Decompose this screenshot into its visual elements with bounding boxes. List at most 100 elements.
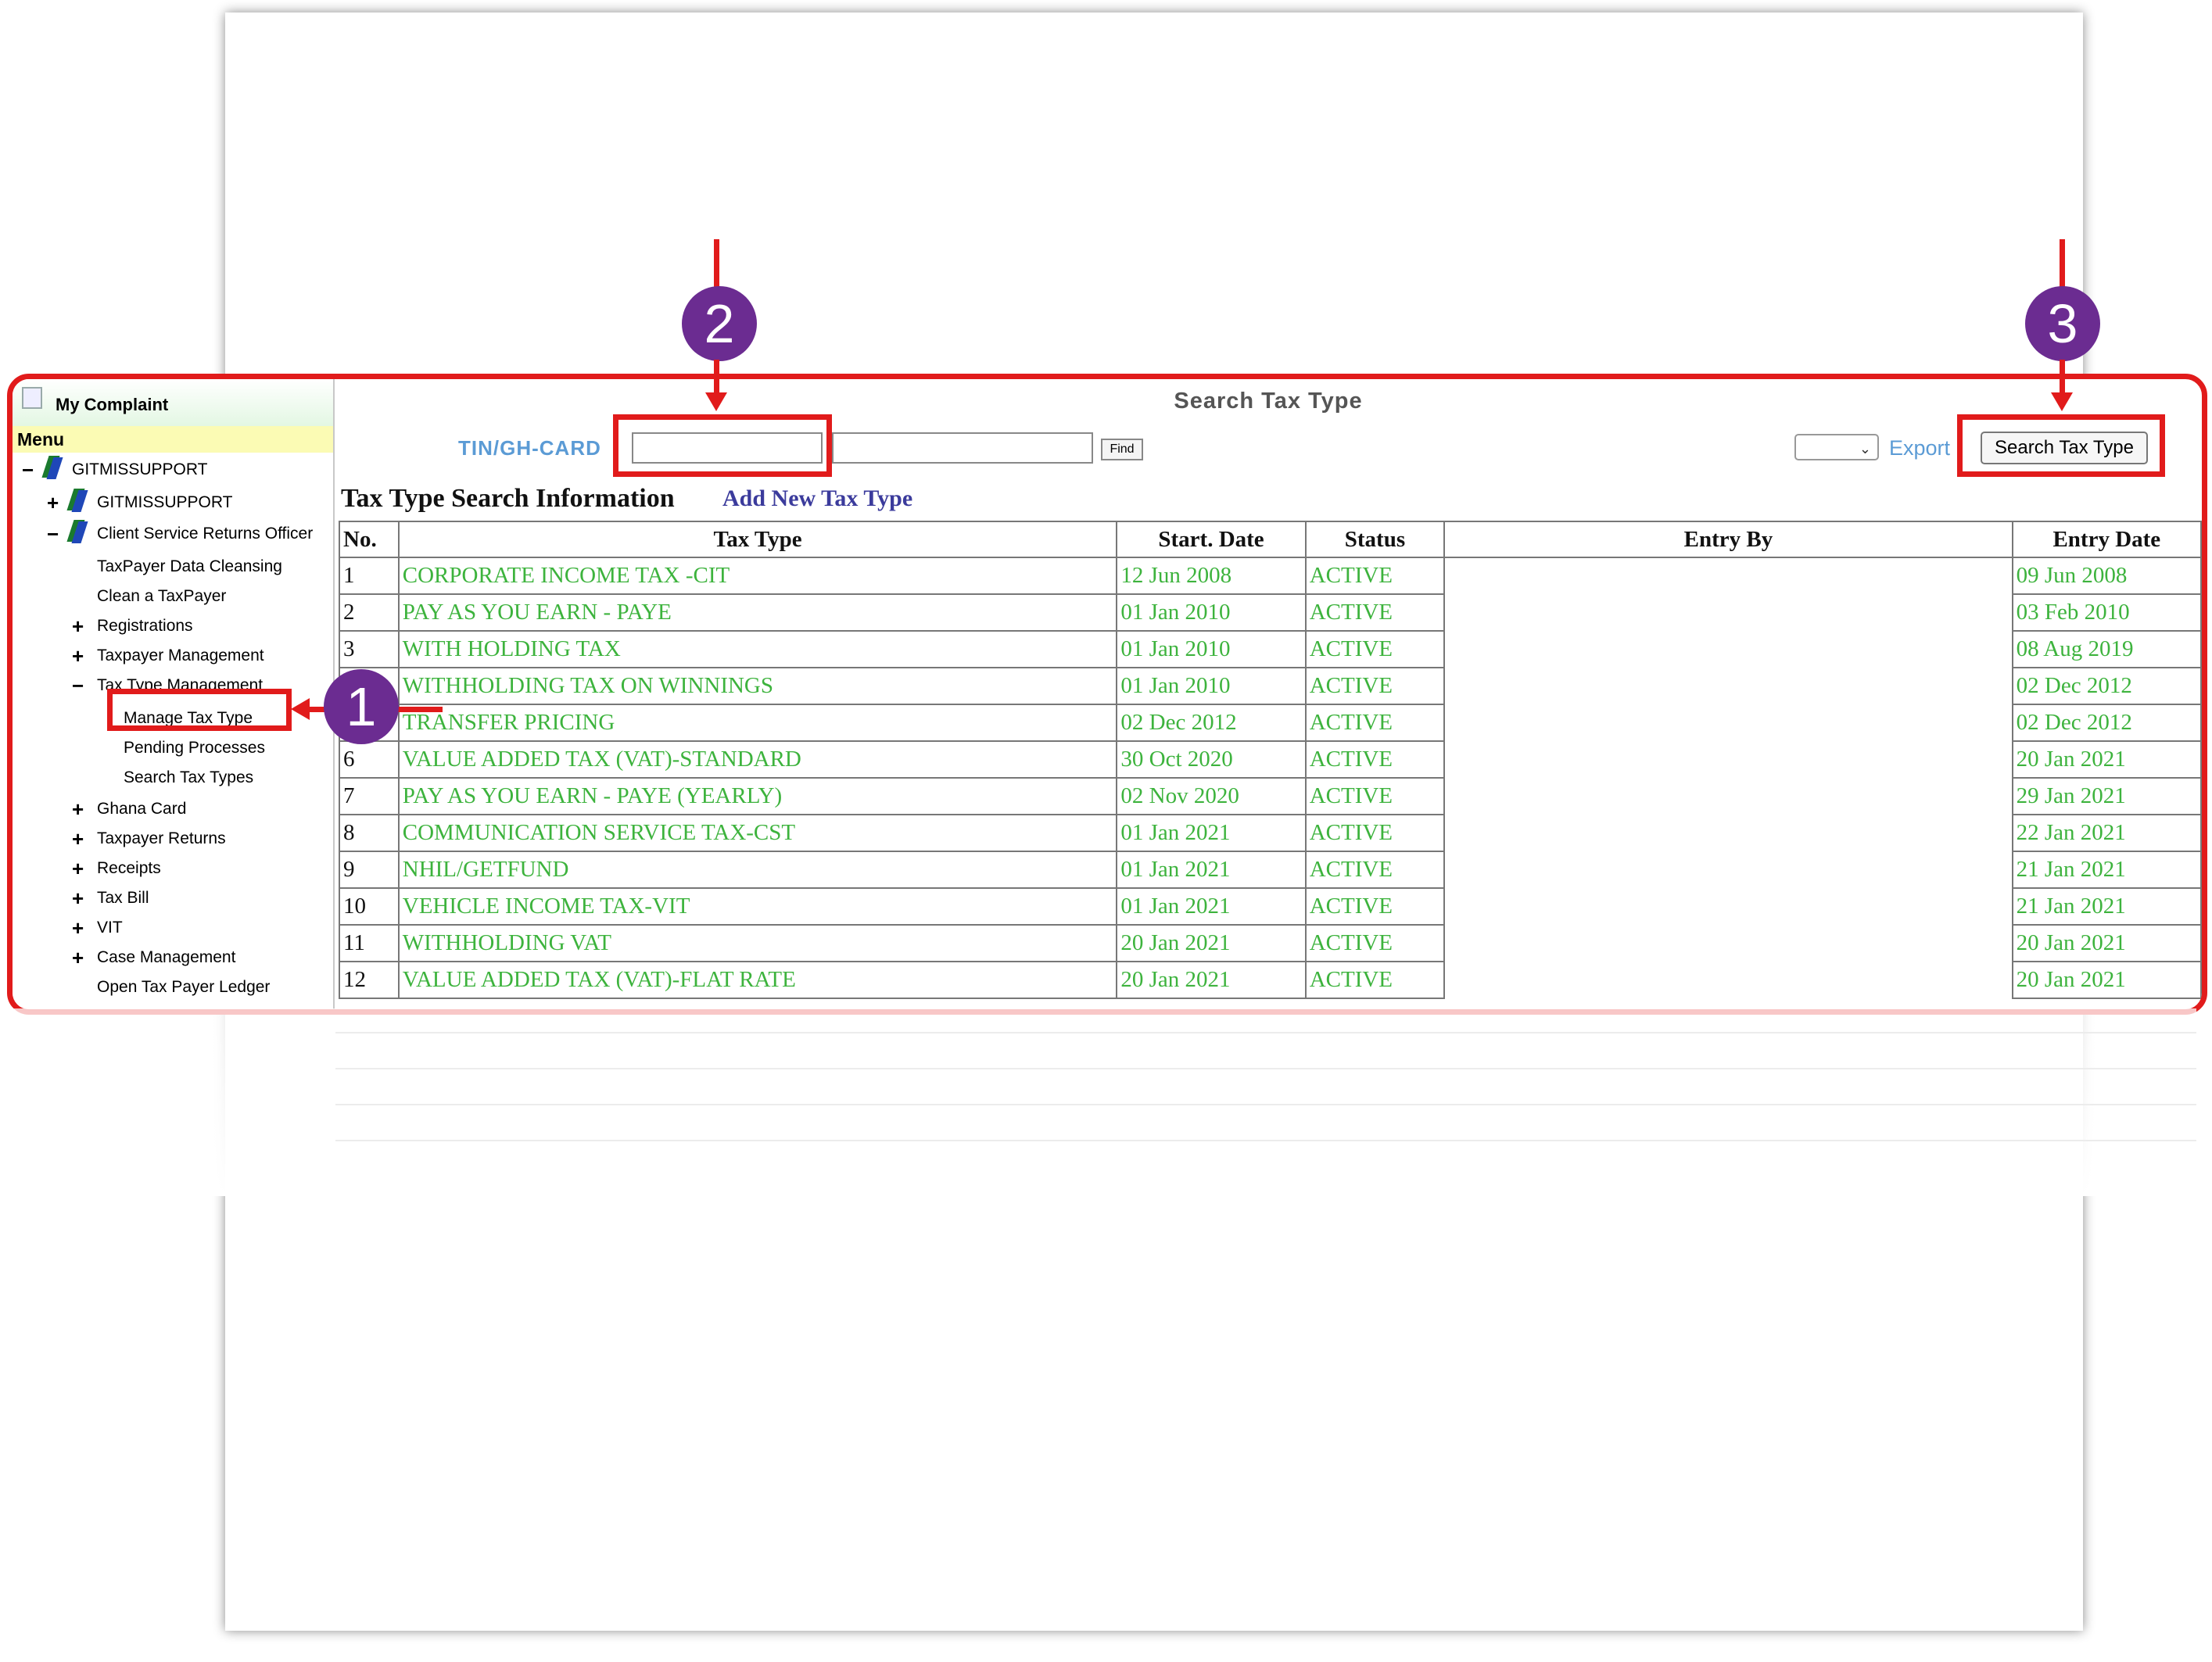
cell-entry-by [1443,815,2013,851]
expand-icon[interactable]: + [72,918,84,938]
sidebar-item-taxpayer-data-cleansing[interactable]: TaxPayer Data Cleansing [97,557,282,576]
reflection-line [335,1068,2196,1069]
expand-icon[interactable]: + [72,829,84,849]
sidebar-item-client-service-returns-officer[interactable]: Client Service Returns Officer [97,525,313,543]
highlight-tin-input [613,414,832,477]
cell-start-date: 12 Jun 2008 [1116,557,1307,595]
table-row[interactable]: 9 NHIL/GETFUND 01 Jan 2021 ACTIVE 21 Jan 202… [339,851,2202,889]
table-row[interactable]: 4WITHHOLDING TAX ON WINNINGS01 Jan 2010A… [339,667,2202,705]
cell-tax-type: VALUE ADDED TAX (VAT)-STANDARD [397,740,1118,779]
sidebar-item-taxpayer-management[interactable]: Taxpayer Management [97,647,264,665]
add-new-tax-type-link[interactable]: Add New Tax Type [722,485,912,512]
cell-start-date: 01 Jan 2021 [1116,887,1307,926]
cell-entry-date: 20 Jan 2021 [2011,924,2202,962]
reflection-line [335,1032,2196,1033]
cell-no: 9 [339,851,400,889]
folder-book-icon [67,489,88,512]
cell-start-date: 01 Jan 2021 [1116,851,1307,889]
expand-icon[interactable]: + [72,858,84,879]
cell-tax-type: WITHHOLDING VAT [397,924,1118,962]
cell-entry-by [1443,668,2013,704]
step-badge-2: 2 [682,286,757,361]
sidebar-item-pending-processes[interactable]: Pending Processes [124,739,265,758]
cell-no: 11 [339,924,400,962]
taxpayer-name-field[interactable] [832,432,1093,464]
export-format-select[interactable]: ⌄ [1794,434,1879,460]
table-row[interactable]: 11 WITHHOLDING VAT 20 Jan 2021 ACTIVE 20 Jan… [339,924,2202,962]
sidebar-item-tax-bill[interactable]: Tax Bill [97,889,149,908]
collapse-icon[interactable]: − [22,460,34,480]
collapse-icon[interactable]: − [47,524,59,544]
sidebar-item-open-tax-payer-ledger[interactable]: Open Tax Payer Ledger [97,978,270,997]
table-row[interactable]: 12 VALUE ADDED TAX (VAT)-FLAT RATE 20 Jan … [339,961,2202,999]
menu-header: Menu [13,426,333,453]
reflection-line [335,1140,2196,1141]
export-link[interactable]: Export [1889,436,1950,460]
table-row[interactable]: 10 VEHICLE INCOME TAX-VIT 01 Jan 2021 ACTIV… [339,887,2202,926]
cell-status: ACTIVE [1304,961,1446,999]
arrow-down-icon [705,392,727,411]
cell-start-date: 01 Jan 2010 [1116,630,1307,668]
column-header-start-date: Start. Date [1116,521,1307,558]
table-row[interactable]: 2 PAY AS YOU EARN - PAYE 01 Jan 2010 ACTIVE… [339,593,2202,632]
sidebar-item-registrations[interactable]: Registrations [97,617,193,636]
arrow-down-icon [2051,392,2073,411]
cell-entry-date: 03 Feb 2010 [2011,593,2202,632]
cell-entry-by [1443,925,2013,962]
expand-icon[interactable]: + [72,888,84,908]
step-badge-3: 3 [2025,286,2100,361]
my-complaint-label: My Complaint [56,395,169,414]
expand-icon[interactable]: + [72,646,84,666]
expand-icon[interactable]: + [47,493,59,513]
cell-tax-type: CORPORATE INCOME TAX -CIT [397,557,1118,595]
cell-status: ACTIVE [1304,667,1446,705]
table-row[interactable]: 7 PAY AS YOU EARN - PAYE (YEARLY) 02 Nov 2… [339,777,2202,815]
sidebar-item-ghana-card[interactable]: Ghana Card [97,800,186,818]
broken-image-icon [22,387,42,409]
cell-start-date: 20 Jan 2021 [1116,961,1307,999]
cell-status: ACTIVE [1304,630,1446,668]
sidebar-item-taxpayer-returns[interactable]: Taxpayer Returns [97,829,226,848]
cell-entry-date: 22 Jan 2021 [2011,814,2202,852]
sidebar-item-gitmissupport[interactable]: GITMISSUPPORT [97,493,232,512]
my-complaint-bar[interactable]: My Complaint [13,379,333,426]
cell-start-date: 20 Jan 2021 [1116,924,1307,962]
sidebar-item-search-tax-types[interactable]: Search Tax Types [124,768,253,787]
sidebar-item-vit[interactable]: VIT [97,919,123,937]
cell-no: 8 [339,814,400,852]
cell-no: 10 [339,887,400,926]
cell-no: 7 [339,777,400,815]
sidebar-item-case-management[interactable]: Case Management [97,948,235,967]
annotation-line-3-top [2060,239,2065,288]
tin-ghcard-label: TIN/GH-CARD [458,436,601,460]
cell-no: 3 [339,630,400,668]
collapse-icon[interactable]: − [72,675,84,696]
expand-icon[interactable]: + [72,799,84,819]
highlight-search-button [1957,414,2165,477]
table-row[interactable]: 3 WITH HOLDING TAX 01 Jan 2010 ACTIVE 08 Aug… [339,630,2202,668]
cell-status: ACTIVE [1304,740,1446,779]
folder-book-icon [42,456,63,479]
cell-start-date: 01 Jan 2021 [1116,814,1307,852]
cell-entry-by [1443,851,2013,888]
cell-status: ACTIVE [1304,557,1446,595]
expand-icon[interactable]: + [72,616,84,636]
cell-entry-by [1443,962,2013,998]
cell-tax-type: PAY AS YOU EARN - PAYE (YEARLY) [397,777,1118,815]
highlight-manage-tax-type [107,689,292,731]
cell-no: 2 [339,593,400,632]
cell-tax-type: PAY AS YOU EARN - PAYE [397,593,1118,632]
table-row[interactable]: 1 CORPORATE INCOME TAX -CIT 12 Jun 2008 ACT… [339,557,2202,595]
column-header-no: No. [339,521,400,558]
cell-tax-type: COMMUNICATION SERVICE TAX-CST [397,814,1118,852]
table-row[interactable]: 6 VALUE ADDED TAX (VAT)-STANDARD 30 Oct 20… [339,740,2202,779]
expand-icon[interactable]: + [72,947,84,968]
sidebar-item-gitmissupport-root[interactable]: GITMISSUPPORT [72,460,207,479]
sidebar-item-receipts[interactable]: Receipts [97,859,161,878]
table-row[interactable]: 8 COMMUNICATION SERVICE TAX-CST 01 Jan 202… [339,814,2202,852]
cell-entry-date: 20 Jan 2021 [2011,740,2202,779]
find-button[interactable]: Find [1101,439,1143,460]
table-row[interactable]: 5TRANSFER PRICING02 Dec 2012ACTIVE02 Dec… [339,704,2202,742]
cell-status: ACTIVE [1304,851,1446,889]
sidebar-item-clean-a-taxpayer[interactable]: Clean a TaxPayer [97,587,226,606]
